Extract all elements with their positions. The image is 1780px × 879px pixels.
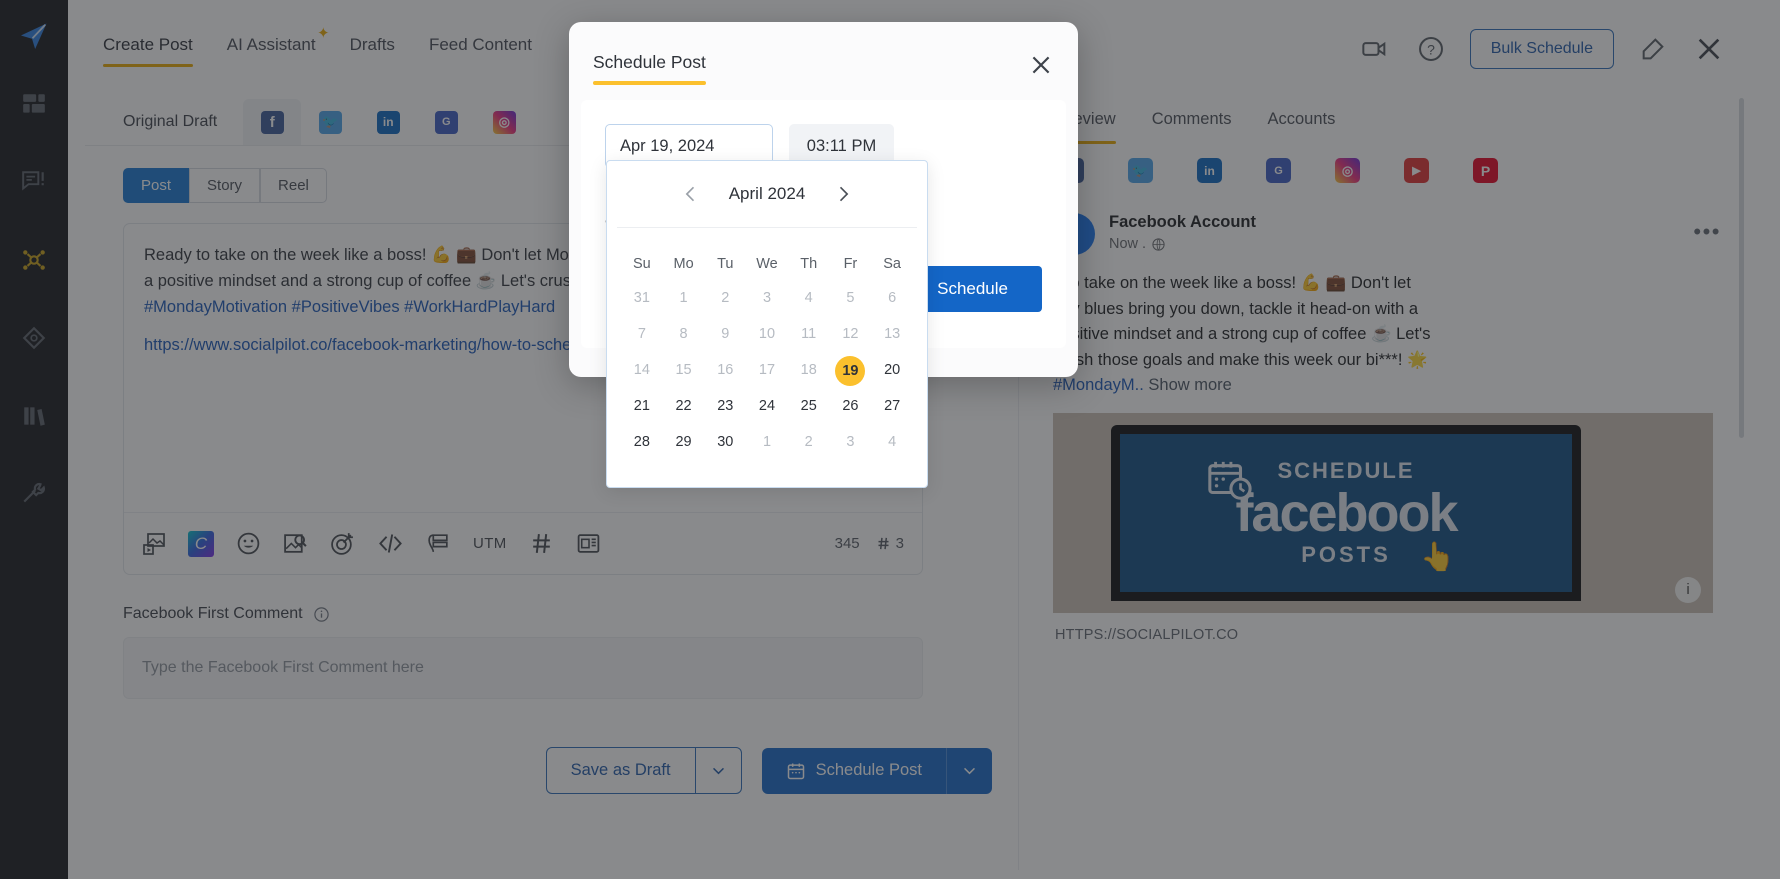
date-cell[interactable]: 4: [788, 280, 830, 316]
close-icon: [1028, 52, 1054, 78]
date-cell[interactable]: 9: [704, 316, 746, 352]
date-picker-week-row: 28 29 30 1 2 3 4: [621, 424, 913, 460]
date-cell-label: 11: [801, 326, 816, 342]
date-cell[interactable]: 17: [746, 352, 788, 388]
date-picker-grid: Su Mo Tu We Th Fr Sa 3112345678910111213…: [607, 228, 927, 460]
date-cell[interactable]: 18: [788, 352, 830, 388]
date-cell[interactable]: 29: [663, 424, 705, 460]
date-cell-label: 8: [680, 326, 688, 342]
date-cell[interactable]: 11: [788, 316, 830, 352]
date-cell[interactable]: 3: [746, 280, 788, 316]
date-cell-label: 12: [842, 326, 858, 342]
modal-title: Schedule Post: [593, 52, 706, 85]
date-cell-label: 30: [717, 434, 733, 450]
date-cell-label: 2: [721, 290, 729, 306]
date-picker-month-title: April 2024: [729, 184, 806, 204]
modal-close-button[interactable]: [1024, 48, 1058, 82]
date-value: Apr 19, 2024: [620, 137, 715, 156]
date-cell-label: 14: [634, 362, 650, 378]
date-cell-label: 26: [842, 398, 858, 414]
date-cell-label: 20: [884, 362, 900, 378]
date-cell-label: 17: [759, 362, 775, 378]
date-cell[interactable]: 14: [621, 352, 663, 388]
date-cell-label: 16: [717, 362, 733, 378]
date-cell[interactable]: 24: [746, 388, 788, 424]
modal-header: Schedule Post: [569, 22, 1078, 100]
date-cell[interactable]: 7: [621, 316, 663, 352]
date-cell[interactable]: 15: [663, 352, 705, 388]
chevron-left-icon: [681, 184, 701, 204]
prev-month-button[interactable]: [675, 178, 707, 210]
date-cell[interactable]: 12: [830, 316, 872, 352]
date-cell-label: 23: [717, 398, 733, 414]
date-picker-weeks: 3112345678910111213141516171819202122232…: [621, 280, 913, 460]
date-cell[interactable]: 6: [871, 280, 913, 316]
modal-schedule-label: Schedule: [937, 279, 1008, 298]
date-cell[interactable]: 21: [621, 388, 663, 424]
date-cell[interactable]: 8: [663, 316, 705, 352]
date-cell-label: 6: [888, 290, 896, 306]
dow-su: Su: [621, 240, 663, 280]
date-cell-label: 3: [846, 434, 854, 450]
time-value: 03:11 PM: [807, 137, 876, 156]
date-picker-popup: April 2024 Su Mo Tu We Th Fr Sa 31123456…: [606, 160, 928, 488]
date-cell-label: 9: [721, 326, 729, 342]
date-cell-label: 7: [638, 326, 646, 342]
date-cell-label: 15: [675, 362, 691, 378]
date-cell-label: 28: [634, 434, 650, 450]
date-cell-label: 21: [634, 398, 650, 414]
dow-th: Th: [788, 240, 830, 280]
date-cell-label: 4: [888, 434, 896, 450]
date-cell-label: 24: [759, 398, 775, 414]
date-cell[interactable]: 16: [704, 352, 746, 388]
date-cell[interactable]: 27: [871, 388, 913, 424]
date-cell-label: 18: [801, 362, 817, 378]
date-cell[interactable]: 5: [830, 280, 872, 316]
date-cell[interactable]: 10: [746, 316, 788, 352]
date-cell-label: 5: [846, 290, 854, 306]
date-cell[interactable]: 23: [704, 388, 746, 424]
dow-mo: Mo: [663, 240, 705, 280]
date-cell-label: 10: [759, 326, 775, 342]
date-cell[interactable]: 4: [871, 424, 913, 460]
date-cell[interactable]: 25: [788, 388, 830, 424]
day-header-row: Su Mo Tu We Th Fr Sa: [621, 240, 913, 280]
date-picker-week-row: 14 15 16 17 18 19 20: [621, 352, 913, 388]
date-cell[interactable]: 3: [830, 424, 872, 460]
date-cell-label: 2: [805, 434, 813, 450]
date-cell[interactable]: 2: [788, 424, 830, 460]
date-cell-label: 4: [805, 290, 813, 306]
date-cell[interactable]: 20: [871, 352, 913, 388]
date-cell-label: 19: [835, 356, 865, 386]
date-cell-label: 3: [763, 290, 771, 306]
date-cell[interactable]: 31: [621, 280, 663, 316]
date-cell[interactable]: 30: [704, 424, 746, 460]
date-cell[interactable]: 1: [746, 424, 788, 460]
chevron-right-icon: [833, 184, 853, 204]
date-cell[interactable]: 13: [871, 316, 913, 352]
date-cell-label: 29: [675, 434, 691, 450]
date-cell-label: 25: [801, 398, 817, 414]
date-cell[interactable]: 1: [663, 280, 705, 316]
date-cell-label: 31: [634, 290, 650, 306]
date-cell[interactable]: 22: [663, 388, 705, 424]
date-cell-label: 1: [680, 290, 688, 306]
dow-sa: Sa: [871, 240, 913, 280]
dow-tu: Tu: [704, 240, 746, 280]
date-picker-week-row: 21 22 23 24 25 26 27: [621, 388, 913, 424]
date-cell-label: 22: [675, 398, 691, 414]
date-cell-label: 13: [884, 326, 900, 342]
date-picker-header: April 2024: [607, 161, 927, 227]
next-month-button[interactable]: [827, 178, 859, 210]
date-cell[interactable]: 26: [830, 388, 872, 424]
date-cell-label: 1: [763, 434, 771, 450]
dow-we: We: [746, 240, 788, 280]
dow-fr: Fr: [830, 240, 872, 280]
date-cell[interactable]: 28: [621, 424, 663, 460]
date-picker-week-row: 7 8 9 10 11 12 13: [621, 316, 913, 352]
date-cell-selected[interactable]: 19: [830, 352, 872, 388]
date-picker-week-row: 31 1 2 3 4 5 6: [621, 280, 913, 316]
date-cell[interactable]: 2: [704, 280, 746, 316]
date-cell-label: 27: [884, 398, 900, 414]
